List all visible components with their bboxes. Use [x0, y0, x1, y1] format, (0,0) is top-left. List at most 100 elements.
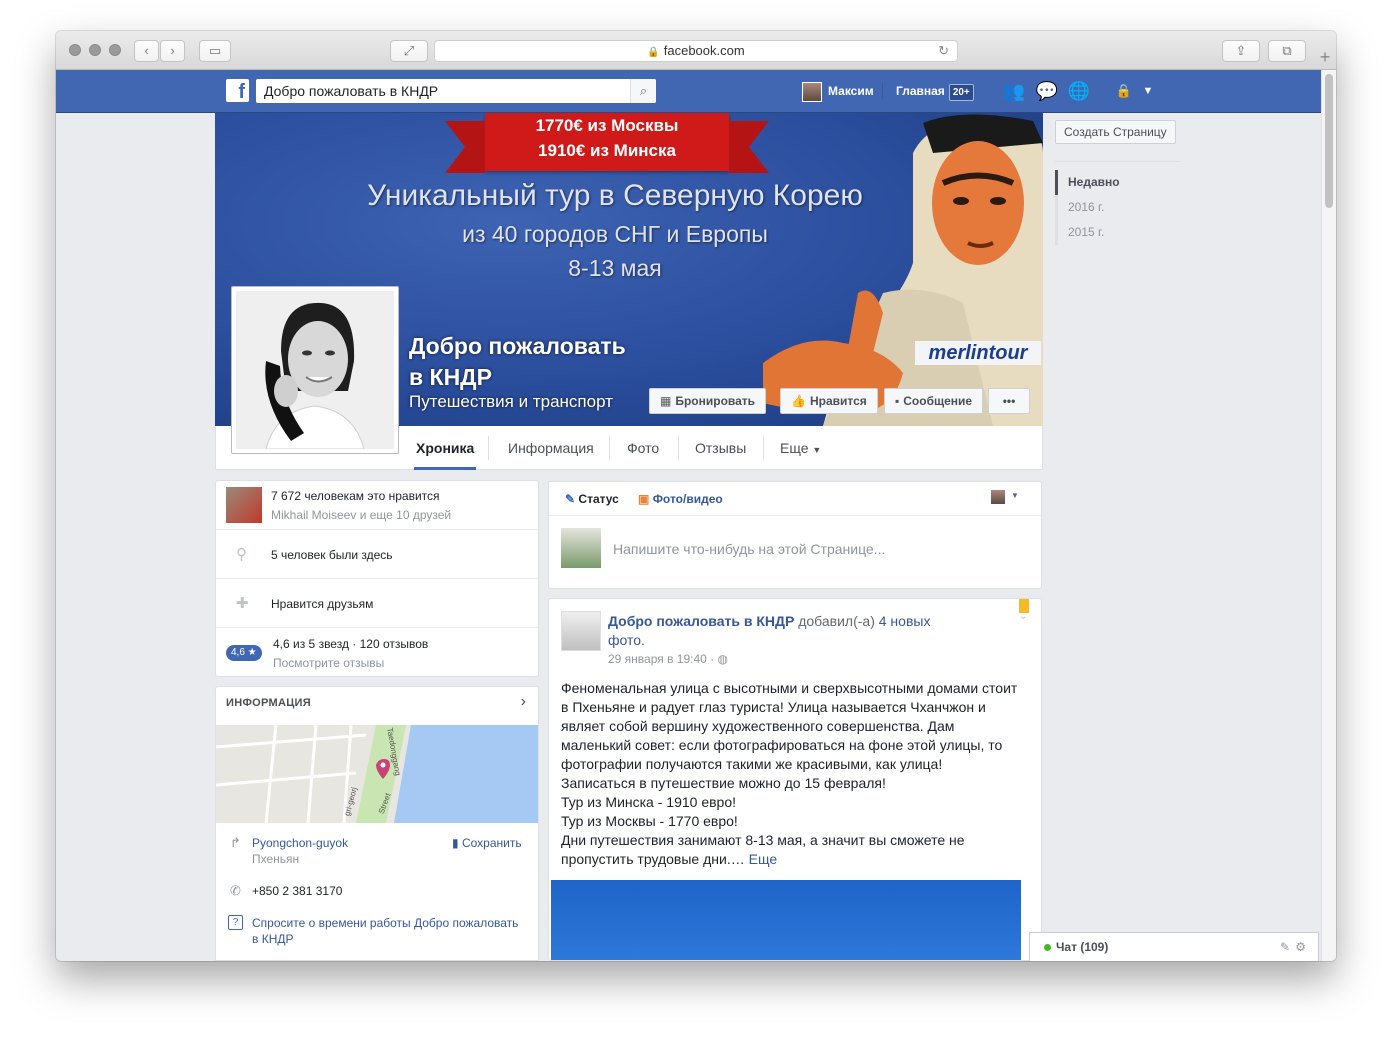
profile-photo-woman-with-phone [236, 291, 394, 450]
see-reviews-link[interactable]: Посмотрите отзывы [273, 656, 384, 670]
status-label: Статус [578, 492, 619, 506]
search-input[interactable]: Добро пожаловать в КНДР [256, 79, 656, 103]
like-page-button[interactable]: 👍 Нравится [780, 388, 878, 414]
chevron-right-icon[interactable]: › [521, 693, 526, 711]
minimize-window-button[interactable] [89, 44, 101, 56]
phone-icon: ✆ [230, 883, 241, 898]
thumbs-up-icon: 👍 [791, 394, 806, 408]
ask-hours-link-line2[interactable]: в КНДР [252, 932, 294, 946]
zoom-window-button[interactable] [109, 44, 121, 56]
sidebar-button[interactable]: ▭ [199, 40, 231, 62]
tab-more[interactable]: Еще ▼ [780, 426, 821, 470]
directions-arrow-icon: ↱ [230, 835, 241, 850]
tabs-overview-button[interactable]: ⧉ [1268, 40, 1306, 62]
tab-photos[interactable]: Фото [627, 426, 659, 470]
post-line: являет собой вершину художественного сов… [561, 718, 955, 734]
close-window-button[interactable] [69, 44, 81, 56]
account-menu-chevron-down-icon[interactable]: ▼ [1136, 80, 1160, 102]
more-options-button[interactable]: ••• [988, 388, 1030, 414]
year-2016[interactable]: 2016 г. [1055, 195, 1180, 220]
create-page-button[interactable]: Создать Страницу [1055, 120, 1176, 144]
message-button-label: Сообщение [903, 394, 973, 408]
page-category[interactable]: Путешествия и транспорт [409, 392, 613, 412]
page-title: Добро пожаловать в КНДР [409, 331, 669, 393]
message-button[interactable]: ▪ Сообщение [884, 388, 984, 414]
information-card: ИНФОРМАЦИЯ › Taedonggang Street gri-geor… [215, 686, 539, 961]
reader-button[interactable]: ⤢ [390, 40, 428, 62]
post-line: Феноменальная улица с высотными и сверхв… [561, 680, 1018, 696]
composer-status-tab[interactable]: ✎ Статус [565, 492, 619, 506]
post-line: маленький совет: если фотографироваться … [561, 737, 1003, 753]
likes-count: 7 672 человекам это нравится [271, 489, 440, 503]
tab-info[interactable]: Информация [508, 426, 594, 470]
post-time-text: 29 января в 19:40 [608, 652, 707, 666]
privacy-shortcuts-icon[interactable]: 🔒 [1112, 80, 1136, 102]
price-minsk: 1910€ из Минска [538, 141, 676, 160]
post-author-link[interactable]: Добро пожаловать в КНДР [608, 613, 794, 629]
address-link[interactable]: Pyongchon-guyok [252, 836, 348, 850]
see-more-link[interactable]: Еще [749, 851, 778, 867]
chat-bar[interactable]: Чат (109) ✎ ⚙ [1029, 932, 1319, 961]
new-tab-button[interactable]: + [1314, 47, 1336, 69]
facebook-logo[interactable]: f [226, 79, 249, 102]
friends-like-row[interactable]: ✚ Нравится друзьям [216, 579, 538, 628]
year-recent[interactable]: Недавно [1055, 170, 1180, 195]
friends-like-text: Нравится друзьям [271, 597, 374, 611]
location-map[interactable]: Taedonggang Street gri-georj [216, 725, 538, 823]
scrollbar[interactable] [1321, 70, 1336, 961]
friend-requests-icon[interactable]: 👥 [1002, 80, 1026, 102]
address-city: Пхеньян [252, 852, 300, 866]
home-link[interactable]: Главная 20+ [896, 80, 974, 102]
back-button[interactable]: ‹ [134, 40, 159, 62]
calendar-icon: ▦ [660, 394, 672, 408]
tab-divider [609, 436, 610, 460]
post-line: Тур из Москвы - 1770 евро! [561, 813, 738, 829]
chevron-down-icon[interactable]: ▼ [1011, 491, 1019, 500]
address-bar[interactable]: 🔒 facebook.com ↻ [434, 40, 958, 62]
facebook-top-bar: f Добро пожаловать в КНДР ⌕ Максим Главн… [56, 70, 1321, 113]
sidebar-icon: ▭ [208, 43, 222, 58]
post-line: в Пхеньяне и радует глаз туриста! Улица … [561, 699, 986, 715]
forward-button[interactable]: › [160, 40, 185, 62]
tab-reviews[interactable]: Отзывы [695, 426, 746, 470]
profile-link[interactable]: Максим [802, 80, 874, 102]
composer-input[interactable]: Напишите что-нибудь на этой Странице... [613, 541, 885, 557]
gear-icon[interactable]: ⚙ [1295, 933, 1306, 961]
post-timestamp[interactable]: 29 января в 19:40 · ◍ [608, 652, 728, 666]
profile-picture[interactable] [231, 286, 399, 454]
chevron-right-icon: › [170, 43, 175, 58]
reload-icon[interactable]: ↻ [938, 41, 949, 61]
post-photos-link-cont[interactable]: фото. [608, 632, 645, 648]
new-message-icon[interactable]: ✎ [1280, 933, 1290, 961]
composer-photo-tab[interactable]: ▣ Фото/видео [638, 492, 723, 506]
notifications-globe-icon[interactable]: 🌐 [1067, 80, 1091, 102]
post-photo[interactable] [551, 880, 1021, 960]
year-2015[interactable]: 2015 г. [1055, 220, 1180, 245]
ask-hours-link-line1[interactable]: Спросите о времени работы Добро пожалова… [252, 916, 518, 930]
timeline-post: Добро пожаловать в КНДР добавил(-а) 4 но… [548, 598, 1042, 961]
home-label: Главная [896, 84, 945, 98]
rating-row[interactable]: 4,6 ★ 4,6 из 5 звезд · 120 отзывов Посмо… [216, 628, 538, 677]
information-heading[interactable]: ИНФОРМАЦИЯ [226, 697, 311, 709]
save-place-button[interactable]: ▮ Сохранить [452, 836, 522, 850]
like-button-label: Нравится [809, 394, 867, 408]
avatar [561, 528, 601, 568]
chevron-down-icon[interactable]: ⌄ [1019, 611, 1027, 622]
share-button[interactable]: ⇪ [1222, 40, 1260, 62]
notification-badge: 20+ [948, 84, 974, 101]
post-photos-link[interactable]: 4 новых [879, 613, 931, 629]
tabs-icon: ⧉ [1282, 43, 1292, 58]
messages-icon[interactable]: 💬 [1035, 80, 1059, 102]
post-author-avatar[interactable] [561, 611, 601, 651]
friends-who-like[interactable]: Mikhail Moiseev и еще 10 друзей [271, 508, 451, 522]
likes-row[interactable]: 7 672 человекам это нравится Mikhail Moi… [216, 481, 538, 530]
post-line: Тур из Минска - 1910 евро! [561, 794, 737, 810]
divider [549, 515, 1041, 516]
scrollbar-thumb[interactable] [1325, 74, 1333, 208]
search-icon[interactable]: ⌕ [630, 79, 656, 103]
about-card: 7 672 человекам это нравится Mikhail Moi… [215, 480, 539, 677]
book-button[interactable]: ▦ Бронировать [649, 388, 767, 414]
posting-as-avatar[interactable] [991, 490, 1005, 504]
tab-timeline[interactable]: Хроника [414, 426, 477, 470]
phone-number[interactable]: +850 2 381 3170 [252, 884, 342, 898]
